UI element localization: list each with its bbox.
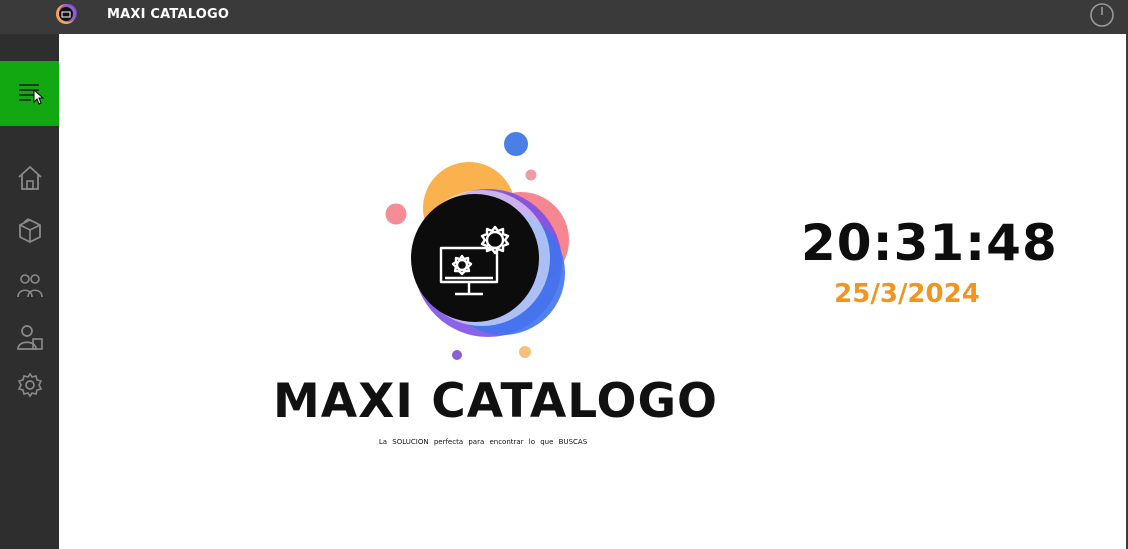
menu-toggle-button[interactable]	[0, 61, 59, 126]
clock-date: 25/3/2024	[834, 279, 980, 309]
users-icon[interactable]	[14, 270, 46, 302]
main-panel: MAXI CATALOGO La SOLUCION perfecta para …	[59, 34, 1126, 549]
box-icon[interactable]	[14, 214, 46, 246]
hamburger-menu-icon	[19, 84, 39, 101]
app-logo-icon	[56, 4, 77, 24]
sidebar	[0, 34, 59, 549]
clock-time: 20:31:48	[801, 214, 1058, 272]
gear-icon[interactable]	[14, 369, 46, 401]
brand-tagline: La SOLUCION perfecta para encontrar lo q…	[378, 438, 588, 446]
home-icon[interactable]	[14, 162, 46, 194]
title-bar: MAXI CATALOGO	[0, 0, 1128, 34]
power-icon[interactable]	[1088, 1, 1116, 29]
window-title: MAXI CATALOGO	[107, 7, 230, 22]
app-window: MAXI CATALOGO MAXI CATALOGO La SOLUCION …	[0, 0, 1128, 549]
brand-logo	[385, 132, 569, 360]
brand-title: MAXI CATALOGO	[273, 374, 718, 429]
user-edit-icon[interactable]	[14, 321, 46, 353]
